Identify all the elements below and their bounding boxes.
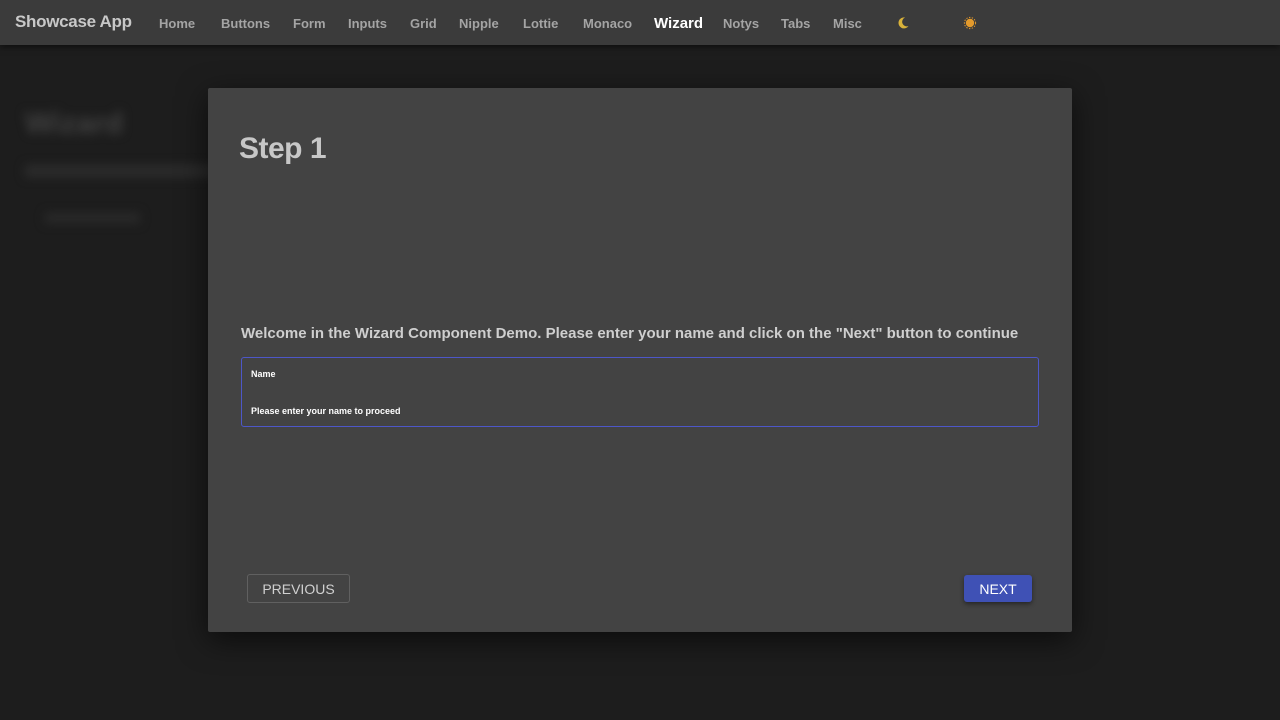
wizard-dialog: Step 1 Welcome in the Wizard Component D… [208, 88, 1072, 632]
top-navbar: Showcase App Home Buttons Form Inputs Gr… [0, 0, 1280, 45]
nav-item-form[interactable]: Form [293, 16, 326, 31]
nav-item-home[interactable]: Home [159, 16, 195, 31]
name-field[interactable]: Name Please enter your name to proceed [241, 357, 1039, 427]
nav-item-inputs[interactable]: Inputs [348, 16, 387, 31]
welcome-text: Welcome in the Wizard Component Demo. Pl… [241, 325, 1019, 342]
nav-item-buttons[interactable]: Buttons [221, 16, 270, 31]
nav-item-monaco[interactable]: Monaco [583, 16, 632, 31]
nav-item-notys[interactable]: Notys [723, 16, 759, 31]
brand-title[interactable]: Showcase App [15, 12, 132, 32]
sun-icon[interactable] [963, 16, 977, 30]
nav-item-grid[interactable]: Grid [410, 16, 437, 31]
nav-item-wizard[interactable]: Wizard [654, 15, 703, 32]
name-input[interactable] [251, 384, 1021, 402]
nav-item-tabs[interactable]: Tabs [781, 16, 810, 31]
nav-item-nipple[interactable]: Nipple [459, 16, 499, 31]
name-field-label: Name [251, 369, 276, 379]
moon-icon[interactable] [896, 16, 910, 30]
next-button[interactable]: NEXT [964, 575, 1032, 602]
previous-button[interactable]: PREVIOUS [247, 574, 350, 603]
step-title: Step 1 [239, 132, 327, 165]
name-field-helper: Please enter your name to proceed [251, 406, 401, 416]
nav-item-misc[interactable]: Misc [833, 16, 862, 31]
nav-item-lottie[interactable]: Lottie [523, 16, 558, 31]
